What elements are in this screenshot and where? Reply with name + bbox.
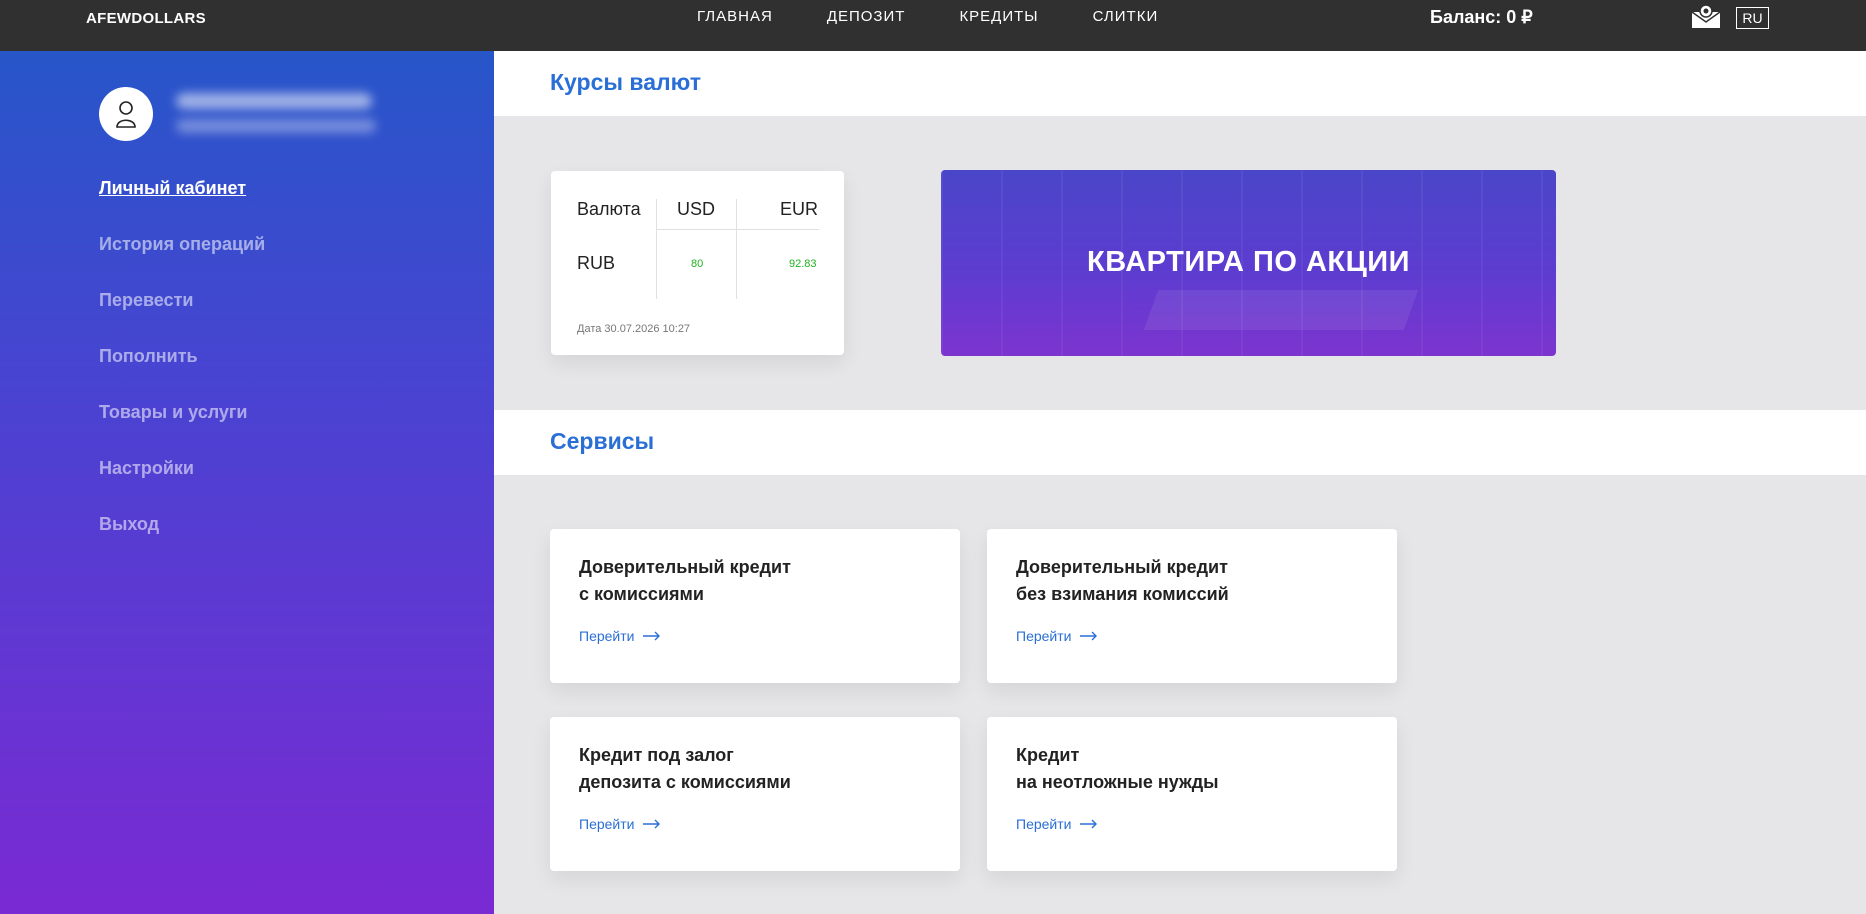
rates-header-currency: Валюта [577, 199, 641, 219]
rates-date: Дата 30.07.2026 10:27 [577, 323, 691, 335]
service-title-line: Доверительный кредит [579, 557, 791, 577]
rates-header-eur: EUR [780, 199, 819, 219]
nav-deposit[interactable]: ДЕПОЗИТ [827, 8, 906, 25]
balance-display: Баланс: 0 ₽ [1430, 7, 1533, 27]
sidebar: Личный кабинет История операций Перевест… [0, 51, 494, 914]
promo-banner[interactable]: КВАРТИРА ПО АКЦИИ [941, 170, 1556, 356]
mail-settings-icon[interactable] [1691, 3, 1721, 29]
service-link-label: Перейти [579, 628, 635, 644]
service-link[interactable]: Перейти [1016, 816, 1098, 832]
service-card[interactable]: Доверительный кредит без взимания комисс… [987, 529, 1397, 683]
nav-bullion[interactable]: СЛИТКИ [1093, 8, 1159, 25]
service-title-line: Кредит [1016, 745, 1080, 765]
nav-home[interactable]: ГЛАВНАЯ [697, 8, 773, 25]
service-title-line: без взимания комиссий [1016, 584, 1229, 604]
nav-credits[interactable]: КРЕДИТЫ [959, 8, 1038, 25]
sidebar-item-goods[interactable]: Товары и услуги [99, 402, 265, 458]
sidebar-item-account[interactable]: Личный кабинет [99, 178, 265, 234]
service-title-line: Доверительный кредит [1016, 557, 1228, 577]
exchange-rates-card: Валюта USD EUR RUB 80 92.83 Дата 30.07.2… [551, 171, 844, 355]
user-account-blurred [176, 119, 376, 133]
rates-divider [656, 229, 819, 230]
language-switch[interactable]: RU [1736, 7, 1769, 29]
service-title-line: депозита с комиссиями [579, 772, 791, 792]
service-link[interactable]: Перейти [579, 816, 661, 832]
sidebar-item-topup[interactable]: Пополнить [99, 346, 265, 402]
avatar[interactable] [99, 87, 153, 141]
service-link[interactable]: Перейти [1016, 628, 1098, 644]
sidebar-item-history[interactable]: История операций [99, 234, 265, 290]
rates-divider [656, 199, 657, 299]
sidebar-item-logout[interactable]: Выход [99, 514, 265, 570]
sidebar-item-transfer[interactable]: Перевести [99, 290, 265, 346]
top-bar: AFEWDOLLARS ГЛАВНАЯ ДЕПОЗИТ КРЕДИТЫ СЛИТ… [0, 0, 1866, 51]
rate-usd-value: 80 [691, 258, 704, 270]
brand-logo[interactable]: AFEWDOLLARS [86, 10, 206, 27]
service-link[interactable]: Перейти [579, 628, 661, 644]
rates-header-usd: USD [677, 199, 716, 219]
promo-background-image [1143, 290, 1419, 330]
rates-divider [736, 199, 737, 299]
arrow-right-icon [643, 819, 661, 829]
services-section-header: Сервисы [494, 410, 1866, 475]
services-section-title: Сервисы [550, 428, 655, 454]
sidebar-menu: Личный кабинет История операций Перевест… [99, 178, 265, 570]
service-link-label: Перейти [1016, 628, 1072, 644]
service-card[interactable]: Доверительный кредит с комиссиями Перейт… [550, 529, 960, 683]
rate-eur-value: 92.83 [789, 258, 817, 270]
main-nav: ГЛАВНАЯ ДЕПОЗИТ КРЕДИТЫ СЛИТКИ [697, 8, 1212, 25]
service-card[interactable]: Кредит под залог депозита с комиссиями П… [550, 717, 960, 871]
arrow-right-icon [643, 631, 661, 641]
promo-title: КВАРТИРА ПО АКЦИИ [1087, 246, 1410, 278]
service-title-line: Кредит под залог [579, 745, 734, 765]
sidebar-item-settings[interactable]: Настройки [99, 458, 265, 514]
arrow-right-icon [1080, 631, 1098, 641]
service-card[interactable]: Кредит на неотложные нужды Перейти [987, 717, 1397, 871]
user-icon [116, 101, 136, 128]
service-link-label: Перейти [1016, 816, 1072, 832]
rates-section-header: Курсы валют [494, 51, 1866, 116]
rates-section-title: Курсы валют [550, 69, 701, 95]
service-title-line: с комиссиями [579, 584, 704, 604]
rates-row-currency: RUB [577, 253, 616, 273]
arrow-right-icon [1080, 819, 1098, 829]
user-name-blurred [176, 93, 372, 109]
service-link-label: Перейти [579, 816, 635, 832]
service-title-line: на неотложные нужды [1016, 772, 1219, 792]
